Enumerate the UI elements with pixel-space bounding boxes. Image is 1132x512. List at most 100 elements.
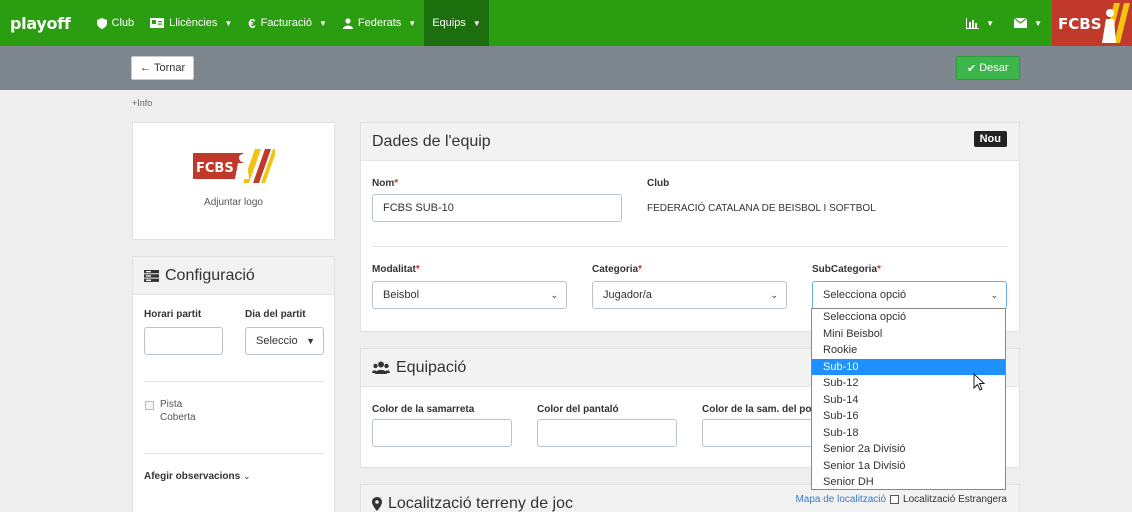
pista-checkbox[interactable] [145,401,154,410]
categoria-value: Jugador/a [603,289,652,301]
nom-input[interactable]: FCBS SUB-10 [372,194,622,222]
nav-right: ▼ ▼ FCBS [956,0,1132,46]
chevron-down-icon: ⌄ [242,471,251,481]
chevron-down-icon: ⌄ [990,290,998,300]
logo-card: FCBS Adjuntar logo [132,122,335,240]
nav-equips[interactable]: Equips ▼ [424,0,489,46]
modalitat-value: Beisbol [383,289,420,301]
chevron-down-icon: ▼ [408,18,417,28]
more-info-link[interactable]: +Info [132,98,152,108]
categoria-label: Categoria* [592,264,642,275]
subcategoria-value: Selecciona opció [823,289,907,301]
shirt2-color-label: Color de la sam. del po [702,404,812,415]
shirt-color-label: Color de la samarreta [372,404,475,415]
nom-label-text: Nom [372,178,395,189]
map-link[interactable]: Mapa de localització [795,494,886,505]
shirt-color-input[interactable] [372,419,512,447]
subcategoria-option[interactable]: Selecciona opció [812,309,1005,326]
federation-logo[interactable]: FCBS [1052,0,1132,46]
chevron-down-icon: ▼ [986,18,995,28]
club-value: FEDERACIÓ CATALANA DE BEISBOL I SOFTBOL [647,203,876,214]
chevron-down-icon: ⌄ [550,290,558,300]
subcategoria-option[interactable]: Senior 1a Divisió [812,458,1005,475]
observations-label: Afegir observacions [144,471,241,482]
bar-chart-icon [966,17,980,29]
dia-select-value: Seleccio [256,335,298,347]
nav-facturacio-label: Facturació [260,17,312,29]
horari-input[interactable] [144,327,223,355]
save-button[interactable]: ✔ Desar [956,56,1020,80]
modalitat-select[interactable]: Beisbol ⌄ [372,281,567,309]
subcategoria-option[interactable]: Senior 2a Divisió [812,441,1005,458]
required-mark: * [638,264,643,275]
brand-logo[interactable]: playoff [0,14,89,33]
chevron-down-icon: ▼ [1034,18,1042,28]
svg-text:FCBS: FCBS [196,161,234,176]
subcategoria-select[interactable]: Selecciona opció ⌄ [812,281,1007,309]
mouse-cursor-icon [973,373,985,391]
required-mark: * [415,264,420,275]
fcbs-logo-icon: FCBS [193,149,275,183]
subcategoria-dropdown-list[interactable]: Selecciona opció Mini Beisbol Rookie Sub-10… [811,308,1006,490]
team-data-header: Dades de l'equip [361,123,1019,161]
nav-club[interactable]: Club [89,0,143,46]
team-data-card: Dades de l'equip Nou Nom* FCBS SUB-10 Cl… [360,122,1020,332]
map-marker-icon [372,496,382,511]
club-label: Club [647,178,670,189]
subcategoria-label-text: SubCategoria [812,264,878,275]
back-button[interactable]: ← Tornar [131,56,195,80]
nav-club-label: Club [111,17,135,29]
divider [144,453,324,454]
team-logo[interactable]: FCBS [193,149,275,183]
nav-stats[interactable]: ▼ [956,0,1004,46]
save-button-label: Desar [979,62,1009,74]
euro-icon: € [248,15,256,31]
id-card-icon [150,18,165,28]
pants-color-input[interactable] [537,419,677,447]
subcategoria-option[interactable]: Mini Beisbol [812,326,1005,343]
subcategoria-option[interactable]: Senior DH [812,474,1005,491]
divider [144,381,324,382]
config-card: Configuració Horari partit Dia del parti… [132,256,335,512]
modalitat-label: Modalitat* [372,264,420,275]
location-title: Localització terreny de joc [388,494,573,512]
nav-equips-label: Equips [432,17,466,29]
subcategoria-option[interactable]: Rookie [812,342,1005,359]
nav-llicencies-label: Llicències [169,17,218,29]
back-button-label: Tornar [154,62,186,74]
required-mark: * [877,264,881,275]
arrow-left-icon: ← [140,62,151,74]
subcategoria-option[interactable]: Sub-14 [812,392,1005,409]
nav-facturacio[interactable]: € Facturació ▼ [240,0,335,46]
attach-logo-link[interactable]: Adjuntar logo [133,197,334,208]
horari-label: Horari partit [144,309,202,320]
dia-select[interactable]: Seleccio ▼ [245,327,324,355]
subcategoria-option[interactable]: Sub-18 [812,425,1005,442]
nav-federats[interactable]: Federats ▼ [335,0,424,46]
new-badge: Nou [973,131,1007,147]
chevron-down-icon: ▼ [306,336,315,346]
foreign-location-checkbox[interactable] [890,495,900,504]
chevron-down-icon: ▼ [318,18,327,28]
categoria-select[interactable]: Jugador/a ⌄ [592,281,787,309]
user-icon [342,17,353,29]
subcategoria-option[interactable]: Sub-16 [812,408,1005,425]
shield-icon [96,17,107,29]
chevron-down-icon: ▼ [224,18,233,28]
users-icon [372,361,390,374]
dia-label: Dia del partit [245,309,306,320]
nav-federats-label: Federats [357,17,402,29]
config-header: Configuració [133,257,334,295]
divider [372,246,1008,247]
add-observations-toggle[interactable]: Afegir observacions ⌄ [144,471,250,482]
envelope-icon [1014,18,1028,28]
pista-label: Pista [160,399,183,410]
foreign-location-label: Localització Estrangera [903,494,1007,505]
uniform-title: Equipació [396,358,467,376]
required-mark: * [394,178,399,189]
action-bar: ← Tornar ✔ Desar [0,46,1132,90]
location-options: Mapa de localització Localització Estran… [795,494,1007,505]
nav-messages[interactable]: ▼ [1004,0,1052,46]
nav-llicencies[interactable]: Llicències ▼ [142,0,240,46]
config-title: Configuració [165,266,255,284]
